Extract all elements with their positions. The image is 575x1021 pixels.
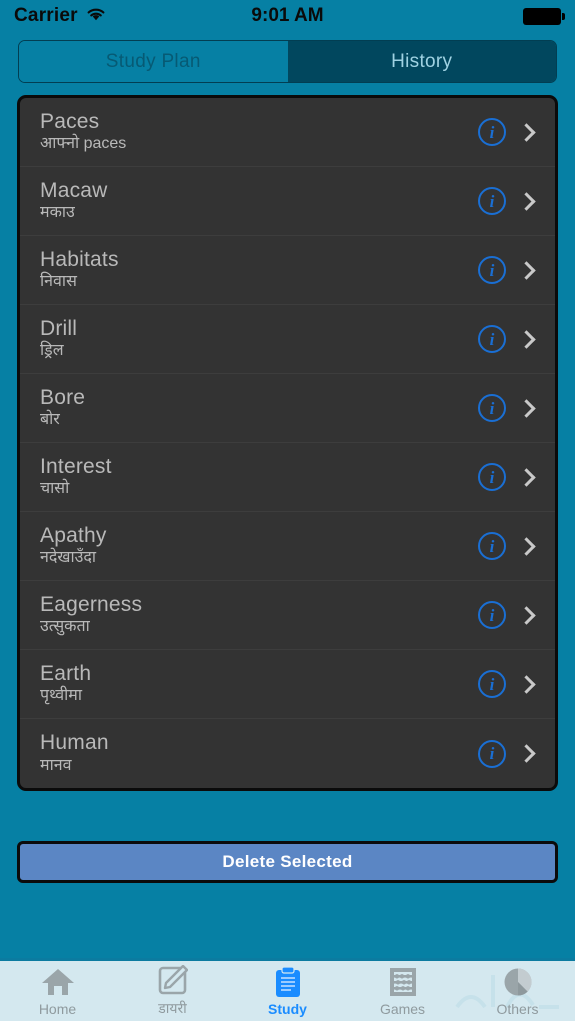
row-actions: i xyxy=(478,118,539,146)
info-circle-icon[interactable]: i xyxy=(478,463,506,491)
tab-item-games[interactable]: Games xyxy=(345,961,460,1021)
info-circle-icon[interactable]: i xyxy=(478,256,506,284)
word-english: Drill xyxy=(40,316,78,340)
row-actions: i xyxy=(478,601,539,629)
row-text-group: Paces आफ्नो paces xyxy=(40,110,478,155)
chevron-right-icon[interactable] xyxy=(517,329,536,349)
word-english: Eagerness xyxy=(40,592,143,616)
tab-item-डायरी[interactable]: डायरी xyxy=(115,961,230,1021)
word-nepali: चासो xyxy=(40,480,70,498)
table-row[interactable]: Habitats निवास i xyxy=(20,236,555,305)
word-english: Interest xyxy=(40,454,112,478)
word-english: Paces xyxy=(40,109,100,133)
delete-button-container: Delete Selected xyxy=(0,791,575,883)
chevron-right-icon[interactable] xyxy=(517,467,536,487)
clipboard-icon xyxy=(271,965,305,998)
table-row[interactable]: Macaw मकाउ i xyxy=(20,167,555,236)
row-text-group: Drill ड्रिल xyxy=(40,317,478,362)
segmented-control[interactable]: Study Plan History xyxy=(18,40,557,83)
row-text-group: Interest चासो xyxy=(40,455,478,500)
tab-history[interactable]: History xyxy=(287,41,556,82)
app-screen: Carrier 9:01 AM Study Plan History Paces… xyxy=(0,0,575,1021)
table-row[interactable]: Apathy नदेखाउँदा i xyxy=(20,512,555,581)
abacus-icon xyxy=(386,966,420,998)
table-row[interactable]: Paces आफ्नो paces i xyxy=(20,98,555,167)
info-circle-icon[interactable]: i xyxy=(478,670,506,698)
table-row[interactable]: Earth पृथ्वीमा i xyxy=(20,650,555,719)
info-circle-icon[interactable]: i xyxy=(478,601,506,629)
tab-item-study[interactable]: Study xyxy=(230,961,345,1021)
chevron-right-icon[interactable] xyxy=(517,674,536,694)
table-row[interactable]: Eagerness उत्सुकता i xyxy=(20,581,555,650)
tab-label: Home xyxy=(38,1000,77,1017)
word-nepali: आफ्नो paces xyxy=(40,135,127,153)
tab-item-others[interactable]: Others xyxy=(460,961,575,1021)
row-actions: i xyxy=(478,739,539,768)
word-nepali: पृथ्वीमा xyxy=(40,687,83,705)
row-actions: i xyxy=(478,187,539,215)
row-text-group: Bore बोर xyxy=(40,386,478,431)
word-english: Habitats xyxy=(40,247,119,271)
tab-label: Others xyxy=(496,1000,539,1017)
battery-full-icon xyxy=(523,7,565,25)
chevron-right-icon[interactable] xyxy=(517,398,536,418)
info-circle-icon[interactable]: i xyxy=(478,394,506,422)
row-actions: i xyxy=(478,463,539,491)
info-circle-icon[interactable]: i xyxy=(478,118,506,146)
word-nepali: मकाउ xyxy=(40,204,75,222)
row-actions: i xyxy=(478,256,539,284)
row-text-group: Apathy नदेखाउँदा xyxy=(40,524,478,569)
segmented-control-container: Study Plan History xyxy=(0,32,575,83)
tab-study-plan[interactable]: Study Plan xyxy=(19,41,288,82)
row-actions: i xyxy=(478,325,539,353)
delete-selected-button[interactable]: Delete Selected xyxy=(17,841,558,883)
word-english: Human xyxy=(40,731,109,755)
tab-label: Study xyxy=(268,1000,307,1017)
word-nepali: निवास xyxy=(40,273,77,291)
chevron-right-icon[interactable] xyxy=(517,605,536,625)
word-nepali: बोर xyxy=(40,411,60,429)
clock-label: 9:01 AM xyxy=(251,5,324,26)
word-list-container: Paces आफ्नो paces i Macaw मकाउ i Habitats निवास… xyxy=(0,83,575,791)
row-text-group: Earth पृथ्वीमा xyxy=(40,662,478,707)
word-nepali: ड्रिल xyxy=(40,342,64,360)
row-text-group: Habitats निवास xyxy=(40,248,478,293)
chevron-right-icon[interactable] xyxy=(517,744,536,763)
word-english: Macaw xyxy=(40,178,108,202)
tab-label: डायरी xyxy=(158,1000,187,1016)
pie-chart-icon xyxy=(501,966,535,998)
row-text-group: Macaw मकाउ xyxy=(40,179,478,224)
status-bar-right xyxy=(523,7,565,25)
compose-icon xyxy=(156,964,190,996)
row-text-group: Human मानव xyxy=(40,731,478,776)
word-nepali: मानव xyxy=(40,756,72,774)
word-english: Earth xyxy=(40,661,92,685)
word-nepali: उत्सुकता xyxy=(40,618,90,636)
bottom-tab-bar: Home डायरी Study Games Others xyxy=(0,958,575,1021)
chevron-right-icon[interactable] xyxy=(517,260,536,280)
word-list: Paces आफ्नो paces i Macaw मकाउ i Habitats निवास… xyxy=(17,95,558,791)
status-bar: Carrier 9:01 AM xyxy=(0,0,575,32)
word-english: Apathy xyxy=(40,523,107,547)
word-nepali: नदेखाउँदा xyxy=(40,549,97,567)
row-actions: i xyxy=(478,394,539,422)
info-circle-icon[interactable]: i xyxy=(478,187,506,215)
chevron-right-icon[interactable] xyxy=(517,536,536,556)
table-row[interactable]: Interest चासो i xyxy=(20,443,555,512)
word-english: Bore xyxy=(40,385,86,409)
row-text-group: Eagerness उत्सुकता xyxy=(40,593,478,638)
table-row[interactable]: Bore बोर i xyxy=(20,374,555,443)
chevron-right-icon[interactable] xyxy=(517,191,536,211)
info-circle-icon[interactable]: i xyxy=(478,739,506,768)
row-actions: i xyxy=(478,670,539,698)
tab-item-home[interactable]: Home xyxy=(0,961,115,1021)
tab-label: Games xyxy=(379,1000,426,1017)
table-row[interactable]: Drill ड्रिल i xyxy=(20,305,555,374)
info-circle-icon[interactable]: i xyxy=(478,325,506,353)
table-row[interactable]: Human मानव i xyxy=(20,719,555,788)
info-circle-icon[interactable]: i xyxy=(478,532,506,560)
chevron-right-icon[interactable] xyxy=(517,122,536,142)
home-icon xyxy=(41,966,75,998)
row-actions: i xyxy=(478,532,539,560)
